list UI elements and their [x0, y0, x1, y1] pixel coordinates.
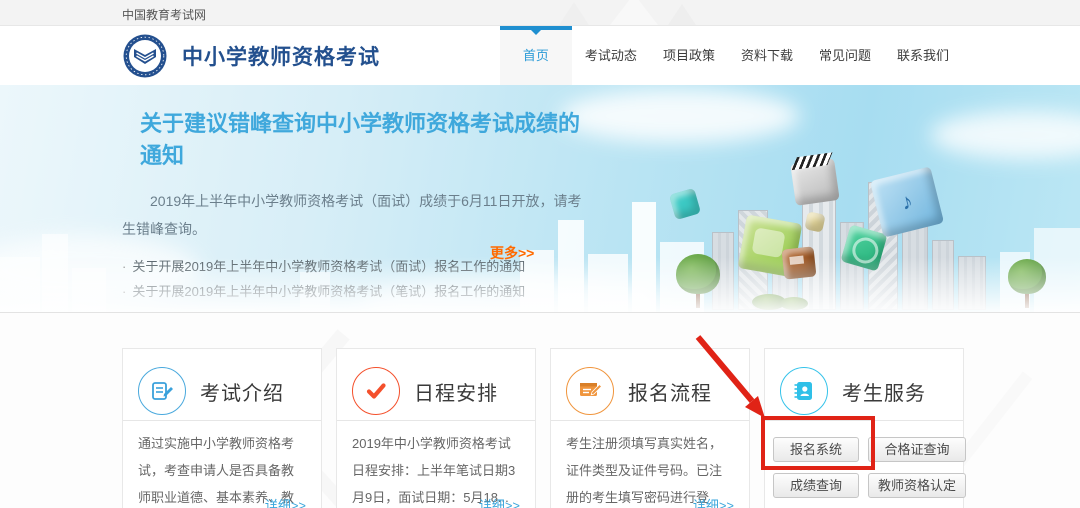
card-head: 考生服务: [765, 349, 963, 420]
checkmark-icon: [352, 367, 400, 415]
nav-tab-exam-news[interactable]: 考试动态: [572, 26, 650, 85]
nav-tab-label: 考试动态: [585, 48, 637, 63]
nav-tab-downloads[interactable]: 资料下载: [728, 26, 806, 85]
teacher-qualification-button[interactable]: 教师资格认定: [868, 473, 966, 498]
mountain-decoration: [600, 0, 668, 26]
service-buttons: 报名系统 合格证查询 成绩查询 教师资格认定: [773, 437, 963, 498]
registration-system-button[interactable]: 报名系统: [773, 437, 859, 462]
piano-cube: [790, 158, 839, 206]
nav-tab-label: 联系我们: [897, 48, 949, 63]
contact-book-icon: [780, 367, 828, 415]
active-tab-indicator: [500, 26, 572, 30]
score-query-button[interactable]: 成绩查询: [773, 473, 859, 498]
hero-banner: ♪ 关于建议错峰查询中小学教师资格考试成绩的通知 2019年上半年中小学教师资格…: [0, 85, 1080, 313]
floating-cube: [782, 246, 817, 279]
notice-links: · 关于开展2019年上半年中小学教师资格考试（面试）报名工作的通知 · 关于开展2…: [122, 254, 582, 304]
nav-tab-label: 常见问题: [819, 48, 871, 63]
card-title: 考生服务: [842, 377, 926, 406]
content-section: 考试介绍 通过实施中小学教师资格考试，考查申请人是否具备教师职业道德、基本素养、…: [0, 314, 1080, 508]
notice-link[interactable]: · 关于开展2019年上半年中小学教师资格考试（笔试）报名工作的通知: [122, 279, 582, 304]
card-row: 考试介绍 通过实施中小学教师资格考试，考查申请人是否具备教师职业道德、基本素养、…: [122, 348, 964, 508]
details-link[interactable]: 详细>>: [479, 495, 520, 508]
notice-title[interactable]: 关于建议错峰查询中小学教师资格考试成绩的通知: [140, 106, 582, 170]
more-link[interactable]: 更多>>: [490, 243, 534, 263]
cloud-decoration: [560, 89, 800, 143]
bullet-dot: ·: [122, 259, 126, 274]
nav-tab-home[interactable]: 首页: [500, 26, 572, 85]
top-utility-bar: 中国教育考试网: [0, 0, 1080, 26]
main-nav: 首页 考试动态 项目政策 资料下载 常见问题 联系我们: [500, 26, 962, 85]
card-title: 报名流程: [628, 377, 712, 406]
mountain-decoration: [662, 4, 702, 26]
card-head: 报名流程: [551, 349, 749, 420]
details-link[interactable]: 详细>>: [265, 495, 306, 508]
card-head: 日程安排: [337, 349, 535, 420]
nav-tab-label: 资料下载: [741, 48, 793, 63]
site-title: 中小学教师资格考试: [182, 41, 380, 71]
notice-link-label: 关于开展2019年上半年中小学教师资格考试（面试）报名工作的通知: [132, 259, 525, 274]
card-title: 考试介绍: [200, 377, 284, 406]
card-head: 考试介绍: [123, 349, 321, 420]
nav-tab-policy[interactable]: 项目政策: [650, 26, 728, 85]
mountain-decoration: [552, 2, 596, 26]
nav-tab-contact[interactable]: 联系我们: [884, 26, 962, 85]
notice-link-label: 关于开展2019年上半年中小学教师资格考试（笔试）报名工作的通知: [132, 284, 525, 299]
parent-site-link[interactable]: 中国教育考试网: [122, 6, 206, 23]
brand[interactable]: 中小学教师资格考试: [122, 33, 380, 79]
card-candidate-services: 考生服务 报名系统 合格证查询 成绩查询 教师资格认定: [764, 348, 964, 508]
card-registration-process: 报名流程 考生注册须填写真实姓名，证件类型及证件号码。已注册的考生填写密码进行登…: [550, 348, 750, 508]
nav-tab-label: 项目政策: [663, 48, 715, 63]
nav-tab-label: 首页: [523, 48, 549, 63]
details-link[interactable]: 详细>>: [693, 495, 734, 508]
form-pen-icon: [566, 367, 614, 415]
page: 中国教育考试网 中小学教师资格考试 首页 考试动态 项目政策: [0, 0, 1080, 508]
notice-link[interactable]: · 关于开展2019年上半年中小学教师资格考试（面试）报名工作的通知: [122, 254, 582, 279]
header: 中小学教师资格考试 首页 考试动态 项目政策 资料下载 常见问题 联系我们: [0, 26, 1080, 85]
notice-summary: 2019年上半年中小学教师资格考试（面试）成绩于6月11日开放，请考生错峰查询。: [122, 187, 582, 243]
card-title: 日程安排: [414, 377, 498, 406]
card-schedule: 日程安排 2019年中小学教师资格考试日程安排：上半年笔试日期3月9日，面试日期…: [336, 348, 536, 508]
certificate-query-button[interactable]: 合格证查询: [868, 437, 966, 462]
notebook-pen-icon: [138, 367, 186, 415]
notice-panel: 关于建议错峰查询中小学教师资格考试成绩的通知 2019年上半年中小学教师资格考试…: [122, 85, 582, 304]
floating-cube: [738, 215, 803, 278]
nav-tab-faq[interactable]: 常见问题: [806, 26, 884, 85]
cloud-decoration: [360, 275, 660, 313]
site-logo-icon: [122, 33, 168, 79]
divider: [765, 420, 963, 421]
bullet-dot: ·: [122, 284, 126, 299]
card-exam-intro: 考试介绍 通过实施中小学教师资格考试，考查申请人是否具备教师职业道德、基本素养、…: [122, 348, 322, 508]
cloud-decoration: [930, 111, 1080, 159]
